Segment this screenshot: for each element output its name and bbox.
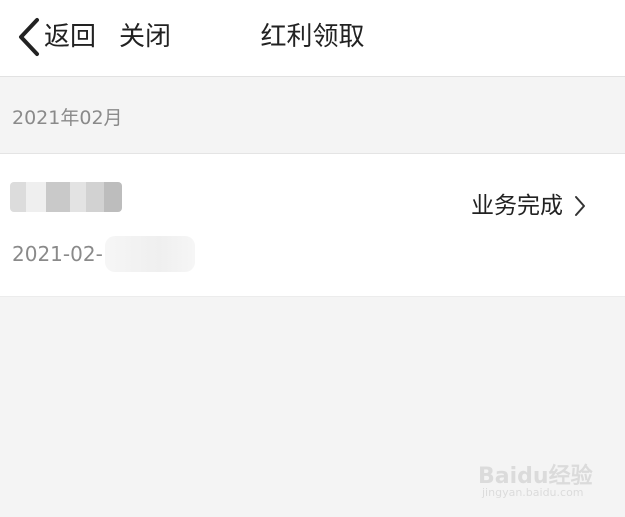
chevron-left-icon (16, 17, 42, 57)
record-date: 2021-02- (12, 236, 195, 272)
close-button[interactable]: 关闭 (119, 17, 171, 57)
watermark-url: jingyan.baidu.com (482, 486, 584, 499)
dividend-record-item[interactable]: 2021-02- 业务完成 (0, 153, 625, 297)
back-label: 返回 (44, 22, 97, 52)
record-status: 业务完成 (471, 188, 587, 224)
back-button[interactable]: 返回 (16, 17, 96, 57)
chevron-right-icon (563, 194, 587, 218)
month-group-header: 2021年02月 (12, 107, 123, 129)
redacted-date-part (104, 236, 195, 272)
redacted-product-name (10, 182, 122, 212)
record-date-text: 2021-02- (12, 242, 103, 266)
status-label: 业务完成 (471, 193, 563, 219)
baidu-jingyan-watermark: Baidu经验 jingyan.baidu.com (478, 452, 608, 508)
top-nav-bar: 返回 关闭 红利领取 (0, 0, 625, 77)
